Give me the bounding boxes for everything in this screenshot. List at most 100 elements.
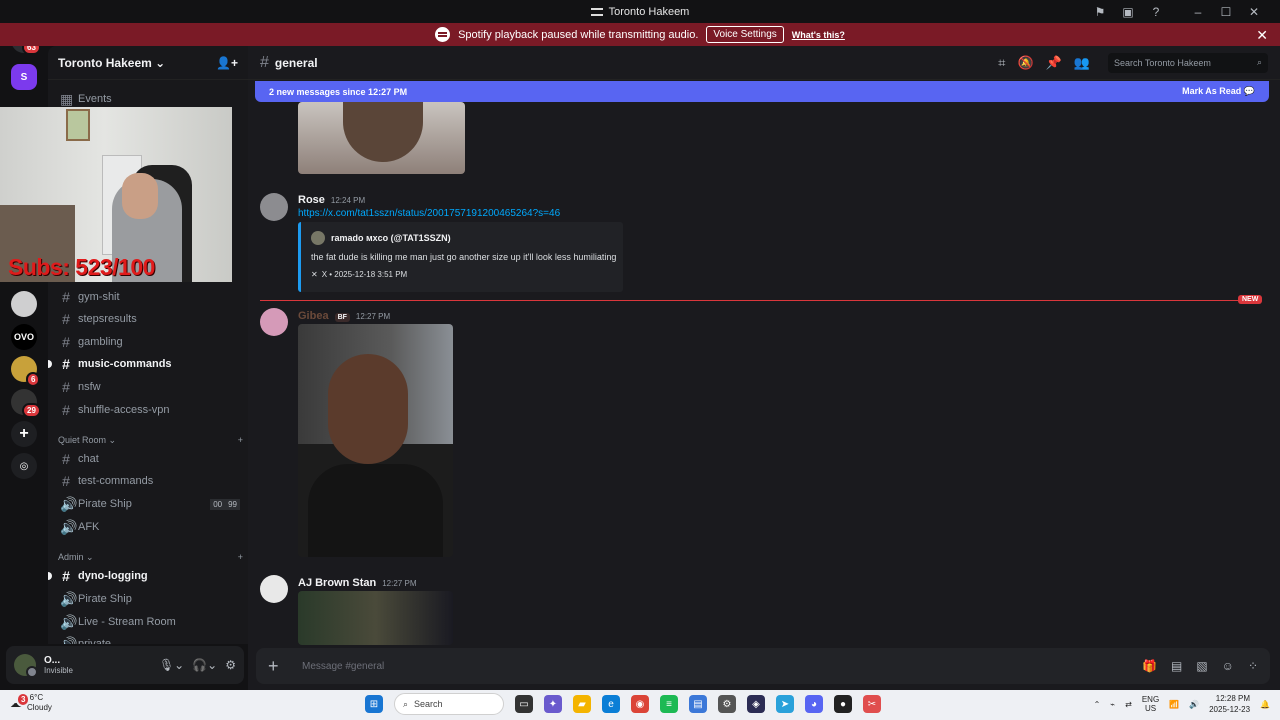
chrome-icon[interactable]: ◉ <box>631 695 649 713</box>
add-channel-icon[interactable]: + <box>238 435 243 446</box>
minimize-button[interactable]: – <box>1184 0 1212 23</box>
channel-shuffle-access-vpn[interactable]: # shuffle-access-vpn <box>60 400 240 420</box>
gift-icon[interactable]: 🎁 <box>1142 659 1157 673</box>
message-time: 12:24 PM <box>330 196 366 205</box>
voice-settings-button[interactable]: Voice Settings <box>706 26 784 43</box>
avatar[interactable] <box>260 575 288 603</box>
window-title: Toronto Hakeem <box>590 6 689 18</box>
hash-icon: # <box>62 289 70 305</box>
events-item[interactable]: ▦ Events <box>60 89 240 109</box>
channel-dyno-logging[interactable]: # dyno-logging <box>48 566 240 586</box>
copilot-icon[interactable]: ✦ <box>544 695 562 713</box>
settings-gear-icon[interactable]: ⚙ <box>225 658 236 672</box>
edge-icon[interactable]: e <box>602 695 620 713</box>
category-quiet-room[interactable]: Quiet Room ⌄ + <box>58 435 243 446</box>
close-icon[interactable]: ✕ <box>1256 27 1268 44</box>
emoji-icon[interactable]: ☺ <box>1222 659 1234 673</box>
network-icon[interactable]: ⌁ <box>1110 700 1115 709</box>
hash-icon: # <box>62 402 70 418</box>
photo-shirt <box>308 464 443 557</box>
voice-afk[interactable]: 🔊 AFK <box>60 517 240 537</box>
message-image[interactable] <box>298 324 453 557</box>
voice-live-stream-room[interactable]: 🔊 Live - Stream Room <box>60 612 240 632</box>
windows-taskbar: ☁3 -6°CCloudy ⊞ ⌕Search ▭ ✦ ▰ e ◉ ≡ ▤ ⚙ … <box>0 690 1280 720</box>
message-author[interactable]: Rose <box>298 194 325 206</box>
taskbar-search[interactable]: ⌕ Search <box>394 693 504 715</box>
channel-stepsresults[interactable]: # stepsresults <box>60 309 240 329</box>
vpn-icon[interactable]: ⇄ <box>1125 700 1132 709</box>
discover-icon[interactable]: ◎ <box>11 453 37 479</box>
channel-test-commands[interactable]: # test-commands <box>60 471 240 491</box>
message-input[interactable]: Message #general <box>302 661 384 672</box>
start-icon[interactable]: ⊞ <box>365 695 383 713</box>
add-attachment-icon[interactable]: + <box>268 656 288 677</box>
members-icon[interactable]: 👥 <box>1074 55 1090 71</box>
new-messages-bar[interactable]: 2 new messages since 12:27 PM Mark As Re… <box>255 81 1269 102</box>
apps-icon[interactable]: ⁘ <box>1248 659 1258 673</box>
new-tag: NEW <box>1238 295 1263 304</box>
message-header: Gibea BF 12:27 PM <box>298 310 390 322</box>
notifications-icon[interactable]: 🔔 <box>1260 700 1270 709</box>
search-input[interactable]: Search Toronto Hakeem ⌕ <box>1108 52 1268 73</box>
mark-as-read-button[interactable]: Mark As Read 💬 <box>1182 86 1255 97</box>
telegram-icon[interactable]: ➤ <box>776 695 794 713</box>
maximize-button[interactable]: ☐ <box>1212 0 1240 23</box>
snipping-tool-icon[interactable]: ✂ <box>863 695 881 713</box>
message-author[interactable]: Gibea <box>298 310 329 322</box>
gif-icon[interactable]: ▤ <box>1171 659 1182 673</box>
headphones-icon[interactable]: 🎧⌄ <box>192 658 217 672</box>
help-icon[interactable]: ? <box>1142 0 1170 23</box>
voice-pirate-ship-admin[interactable]: 🔊 Pirate Ship <box>60 589 240 609</box>
speaker-icon: 🔊 <box>60 590 78 607</box>
chevron-up-icon[interactable]: ⌃ <box>1094 700 1101 709</box>
language-indicator[interactable]: ENG US <box>1142 695 1159 713</box>
discord-icon[interactable]: ◕ <box>805 695 823 713</box>
add-server-icon[interactable]: + <box>11 421 37 447</box>
server-icon[interactable] <box>11 291 37 317</box>
microphone-icon[interactable]: 🎙⌄ <box>159 658 184 672</box>
threads-icon[interactable]: ⌗ <box>998 55 1005 71</box>
invite-icon[interactable]: 👤+ <box>216 56 238 70</box>
channel-chat[interactable]: # chat <box>60 449 240 469</box>
category-admin[interactable]: Admin ⌄ + <box>58 552 243 563</box>
notepad-icon[interactable]: ▤ <box>689 695 707 713</box>
weather-widget[interactable]: ☁3 -6°CCloudy <box>10 692 52 713</box>
embed-footer: ✕ X • 2025-12-18 3:51 PM <box>311 270 408 279</box>
pin-icon[interactable]: 📌 <box>1046 55 1062 71</box>
link-embed[interactable]: ramado ᴍхᴄᴏ (@TAT1SSZN) the fat dude is … <box>298 222 623 292</box>
task-view-icon[interactable]: ▭ <box>515 695 533 713</box>
spotify-icon[interactable]: ≡ <box>660 695 678 713</box>
server-ovo[interactable]: OVO <box>11 324 37 350</box>
user-info[interactable]: O... Invisible <box>44 655 73 675</box>
obs-icon[interactable]: ● <box>834 695 852 713</box>
avatar[interactable] <box>260 193 288 221</box>
message-image[interactable] <box>298 591 453 645</box>
settings-icon[interactable]: ⚙ <box>718 695 736 713</box>
volume-icon[interactable]: 🔊 <box>1189 700 1199 709</box>
message-composer[interactable]: + Message #general 🎁 ▤ ▧ ☺ ⁘ <box>256 648 1270 684</box>
channel-nsfw[interactable]: # nsfw <box>60 377 240 397</box>
message-link[interactable]: https://x.com/tat1sszn/status/2001757191… <box>298 208 560 219</box>
sticker-icon[interactable]: ▧ <box>1196 659 1207 673</box>
add-channel-icon[interactable]: + <box>238 552 243 563</box>
channel-music-commands[interactable]: # music-commands <box>48 354 240 374</box>
server-header[interactable]: Toronto Hakeem ⌄ 👤+ <box>48 46 248 80</box>
channel-gym-shit[interactable]: # gym-shit <box>60 287 240 307</box>
close-window-button[interactable]: ✕ <box>1240 0 1268 23</box>
avatar[interactable] <box>260 308 288 336</box>
message-image[interactable] <box>298 102 465 174</box>
server-icon[interactable]: S <box>11 64 37 90</box>
clock[interactable]: 12:28 PM 2025-12-23 <box>1209 693 1250 715</box>
avatar[interactable] <box>14 654 38 678</box>
file-explorer-icon[interactable]: ▰ <box>573 695 591 713</box>
wifi-icon[interactable]: 📶 <box>1169 700 1179 709</box>
inbox-icon[interactable]: ▣ <box>1114 0 1142 23</box>
flag-icon[interactable]: ⚑ <box>1086 0 1114 23</box>
whats-this-link[interactable]: What's this? <box>792 30 845 40</box>
mute-bell-icon[interactable]: 🔕 <box>1017 55 1033 71</box>
channel-gambling[interactable]: # gambling <box>60 332 240 352</box>
app-icon[interactable]: ◈ <box>747 695 765 713</box>
voice-private[interactable]: 🔊 private <box>60 634 240 645</box>
voice-pirate-ship[interactable]: 🔊 Pirate Ship 00 99 <box>60 494 240 514</box>
message-author[interactable]: AJ Brown Stan <box>298 577 376 589</box>
